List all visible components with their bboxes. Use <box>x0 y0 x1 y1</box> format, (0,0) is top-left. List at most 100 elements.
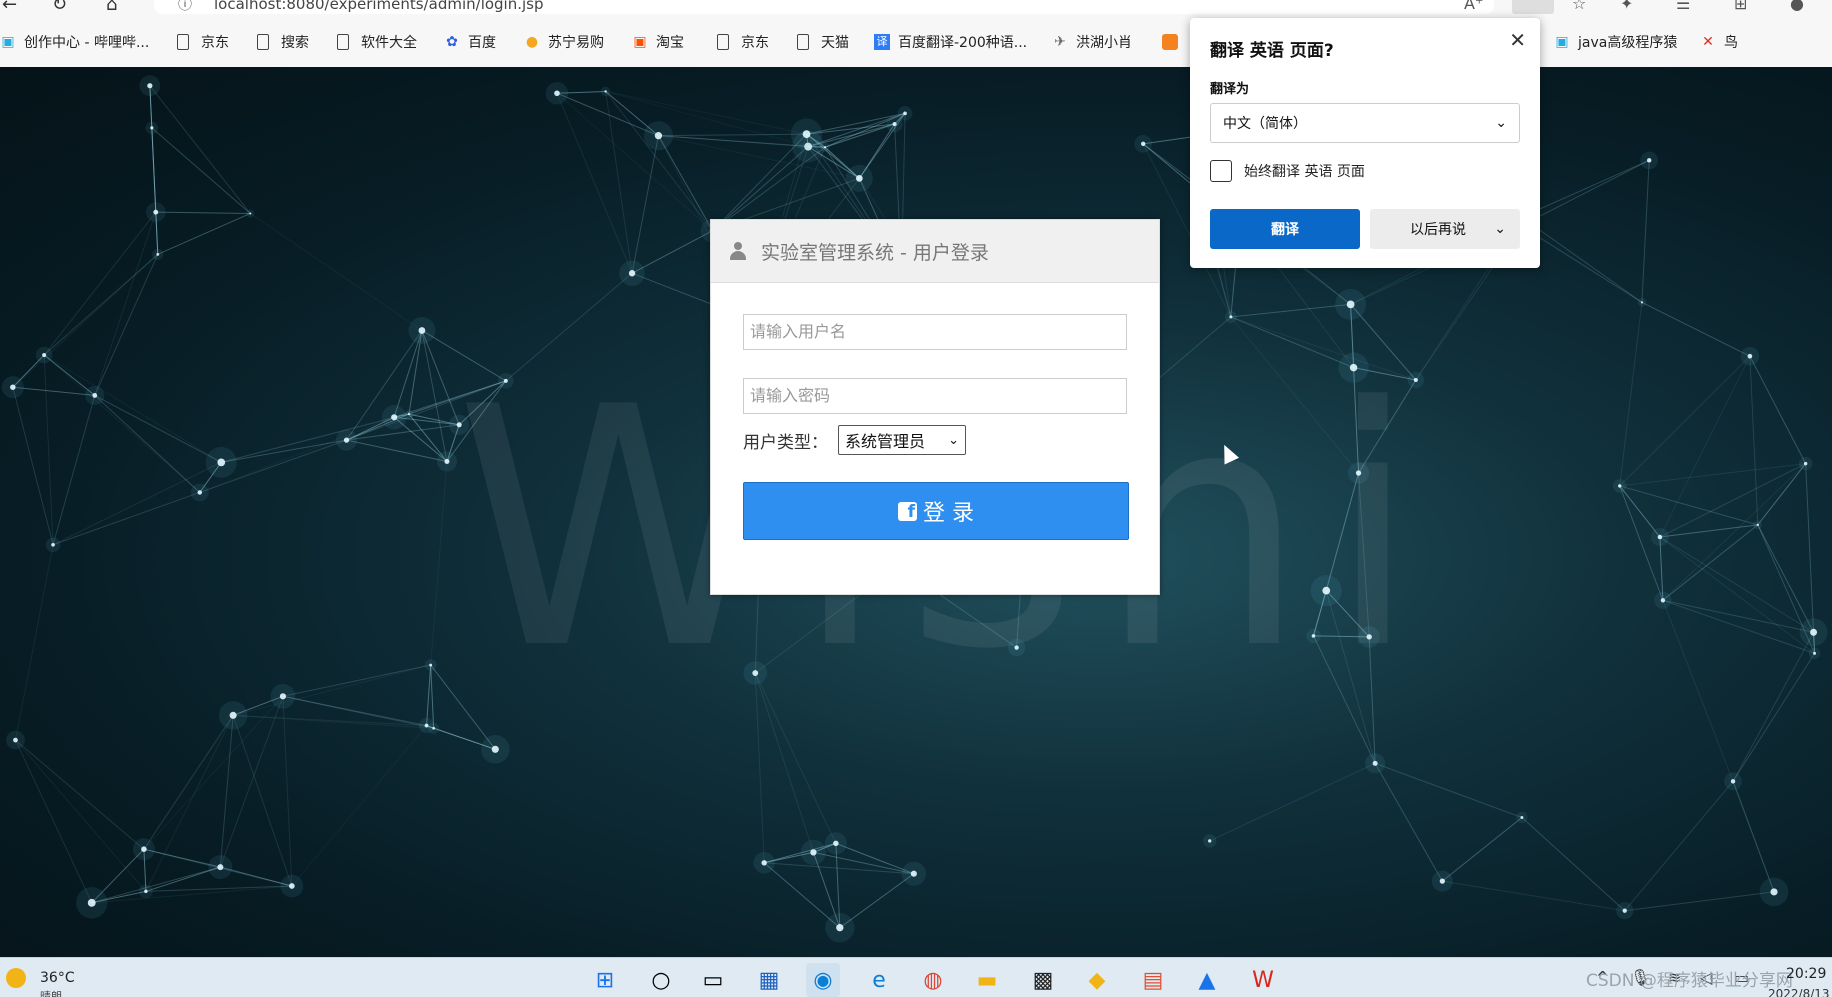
user-icon <box>729 242 747 260</box>
translate-popup: 翻译 英语 页面? ✕ 翻译为 中文（简体） ⌄ 始终翻译 英语 页面 翻译 以… <box>1190 18 1540 268</box>
login-title: 实验室管理系统 - 用户登录 <box>761 238 989 265</box>
bookmark-item[interactable] <box>1162 32 1186 52</box>
translate-icon[interactable] <box>1512 0 1554 14</box>
search-icon[interactable]: ○ <box>644 963 678 997</box>
bookmark-item[interactable]: ▣ 创作中心 - 哔哩哔... <box>0 32 149 52</box>
weather-temp[interactable]: 36°C <box>40 970 75 986</box>
page-icon <box>257 34 269 50</box>
back-icon[interactable]: ← <box>2 0 17 14</box>
page-icon <box>337 34 349 50</box>
baidu-icon: ✿ <box>444 34 460 50</box>
bookmark-label: 京东 <box>741 32 769 52</box>
folder-icon[interactable]: ▬ <box>970 963 1004 997</box>
bookmark-label: 苏宁易购 <box>548 32 604 52</box>
target-language-select[interactable]: 中文（简体） ⌄ <box>1210 103 1520 143</box>
bookmark-item[interactable]: 软件大全 <box>334 32 417 52</box>
site-info-icon[interactable]: ⓘ <box>178 0 192 14</box>
translate-button[interactable]: 翻译 <box>1210 209 1360 249</box>
bilibili-icon: ▣ <box>1554 34 1570 50</box>
intellij-icon[interactable]: ▩ <box>1026 963 1060 997</box>
bookmark-item[interactable]: ✈ 洪湖小肖 <box>1052 32 1132 52</box>
facebook-icon: f <box>898 502 917 521</box>
address-text[interactable]: localhost:8080/experiments/admin/login.j… <box>214 0 544 13</box>
chevron-down-icon: ⌄ <box>948 433 959 448</box>
browser-toolbar: ← ↻ ⌂ ⓘ localhost:8080/experiments/admin… <box>0 0 1832 14</box>
wps-icon[interactable]: W <box>1246 963 1280 997</box>
bookmark-label: 百度翻译-200种语... <box>898 32 1027 52</box>
profile-icon[interactable]: ● <box>1790 0 1804 13</box>
collections-icon[interactable]: ⊞ <box>1734 0 1747 13</box>
target-language-label: 翻译为 <box>1210 78 1249 97</box>
edge-icon[interactable]: ◉ <box>806 963 840 997</box>
bookmark-item[interactable]: ✕ 鸟 <box>1700 32 1738 52</box>
bookmark-item[interactable]: 京东 <box>714 32 769 52</box>
bookmark-item[interactable]: ✿ 百度 <box>444 32 496 52</box>
username-input[interactable]: 请输入用户名 <box>743 314 1127 350</box>
address-bar[interactable]: ⓘ localhost:8080/experiments/admin/login… <box>154 0 1494 14</box>
role-row: 用户类型： 系统管理员 ⌄ <box>743 425 966 455</box>
csdn-watermark: CSDN @程序猿毕业分享网 <box>1586 966 1793 991</box>
later-button-label: 以后再说 <box>1410 219 1466 239</box>
weather-moon-icon[interactable] <box>6 968 26 988</box>
bookmark-label: 软件大全 <box>361 32 417 52</box>
game-icon[interactable]: ◆ <box>1080 963 1114 997</box>
bookmark-item[interactable]: ▣ java高级程序猿 <box>1554 32 1677 52</box>
taskbar: 36°C 晴朗 ⊞ ○ ▭ ▦ ◉ e ◍ ▬ ▩ ◆ ▤ ▲ W ^ 🎙 ≋ … <box>0 957 1832 997</box>
bookmark-label: java高级程序猿 <box>1578 32 1677 52</box>
bookmark-label: 京东 <box>201 32 229 52</box>
close-icon[interactable]: ✕ <box>1509 28 1526 52</box>
login-header: 实验室管理系统 - 用户登录 <box>711 220 1159 283</box>
bookmarks-bar: ▣ 创作中心 - 哔哩哔... 京东 搜索 软件大全 ✿ 百度 ● 苏宁易购 ▣… <box>0 14 1832 68</box>
taobao-icon: ▣ <box>632 34 648 50</box>
bookmark-item[interactable]: ▣ 淘宝 <box>632 32 684 52</box>
bookmark-label: 天猫 <box>821 32 849 52</box>
bookmark-item[interactable]: 京东 <box>174 32 229 52</box>
always-translate-label: 始终翻译 英语 页面 <box>1244 161 1365 181</box>
hh-icon: ✈ <box>1052 34 1068 50</box>
extensions-icon[interactable]: ✦ <box>1620 0 1633 13</box>
role-select[interactable]: 系统管理员 ⌄ <box>838 425 966 455</box>
login-panel: 实验室管理系统 - 用户登录 请输入用户名 请输入密码 用户类型： 系统管理员 … <box>710 219 1160 595</box>
translate-title: 翻译 英语 页面? <box>1210 36 1334 61</box>
bilibili-icon: ▣ <box>0 34 16 50</box>
page-icon <box>177 34 189 50</box>
photos-icon[interactable]: ▲ <box>1190 963 1224 997</box>
login-button[interactable]: f 登 录 <box>743 482 1129 540</box>
add-favorite-icon[interactable]: ☆ <box>1572 0 1586 13</box>
task-view-icon[interactable]: ▭ <box>696 963 730 997</box>
bookmark-label: 鸟 <box>1724 32 1738 52</box>
page-icon <box>797 34 809 50</box>
refresh-icon[interactable]: ↻ <box>52 0 67 14</box>
bird-icon: ✕ <box>1700 34 1716 50</box>
bookmark-item[interactable]: 搜索 <box>254 32 309 52</box>
bookmark-item[interactable]: 译 百度翻译-200种语... <box>874 32 1027 52</box>
role-selected-value: 系统管理员 <box>845 428 925 452</box>
favorites-icon[interactable]: ☰ <box>1676 0 1690 13</box>
home-icon[interactable]: ⌂ <box>106 0 117 14</box>
bookmark-label: 洪湖小肖 <box>1076 32 1132 52</box>
bookmark-label: 创作中心 - 哔哩哔... <box>24 32 149 52</box>
password-input[interactable]: 请输入密码 <box>743 378 1127 414</box>
orange-app-icon <box>1162 34 1178 50</box>
office-icon[interactable]: ▤ <box>1136 963 1170 997</box>
role-label: 用户类型： <box>743 428 828 453</box>
bookmark-item[interactable]: ● 苏宁易购 <box>524 32 604 52</box>
always-translate-checkbox[interactable] <box>1210 160 1232 182</box>
ie-icon[interactable]: e <box>862 963 896 997</box>
chevron-down-icon: ⌄ <box>1494 221 1506 237</box>
start-icon[interactable]: ⊞ <box>588 963 622 997</box>
login-button-label: 登 录 <box>923 495 974 527</box>
baidu-translate-icon: 译 <box>874 34 890 50</box>
suning-icon: ● <box>524 34 540 50</box>
bookmark-label: 搜索 <box>281 32 309 52</box>
bookmark-item[interactable]: 天猫 <box>794 32 849 52</box>
always-translate-row: 始终翻译 英语 页面 <box>1210 160 1365 182</box>
chevron-down-icon: ⌄ <box>1495 115 1507 131</box>
later-button[interactable]: 以后再说 ⌄ <box>1370 209 1520 249</box>
chrome-icon[interactable]: ◍ <box>916 963 950 997</box>
network-app-icon[interactable]: ▦ <box>752 963 786 997</box>
bookmark-label: 淘宝 <box>656 32 684 52</box>
target-language-value: 中文（简体） <box>1223 113 1307 133</box>
read-aloud-icon[interactable]: A⁺ <box>1464 0 1483 13</box>
clock-time[interactable]: 20:29 <box>1786 966 1826 982</box>
